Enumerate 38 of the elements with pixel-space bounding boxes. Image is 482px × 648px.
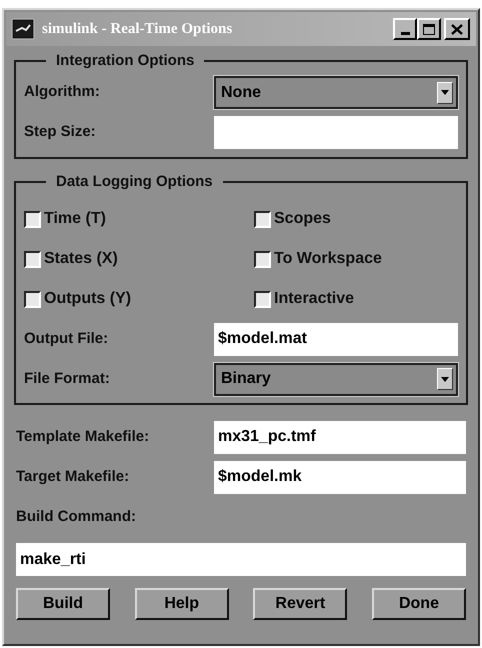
dropdown[interactable]: Binary: [214, 362, 458, 396]
field-label: Build Command:: [16, 506, 136, 527]
checkbox-label: States (X): [44, 249, 118, 269]
dialog-button[interactable]: Build: [16, 588, 110, 620]
window-title: simulink - Real-Time Options: [42, 20, 234, 39]
field-label: File Format:: [24, 368, 111, 389]
checkbox-label: Outputs (Y): [44, 289, 132, 309]
text-field[interactable]: mx31_pc.tmf: [214, 420, 466, 454]
text-field[interactable]: make_rti: [16, 543, 466, 576]
checkbox[interactable]: [254, 290, 271, 308]
field-label: Target Makefile:: [16, 466, 130, 487]
field-label: Step Size:: [24, 122, 97, 142]
minimize-button[interactable]: [393, 18, 417, 40]
dialog-button[interactable]: Help: [134, 588, 229, 620]
field-label: Algorithm:: [24, 82, 101, 102]
checkbox-label: To Workspace: [274, 249, 382, 269]
checkbox[interactable]: [24, 250, 41, 268]
text-field[interactable]: $model.mat: [214, 322, 458, 356]
field-label: Output File:: [24, 328, 110, 349]
checkbox[interactable]: [254, 250, 271, 268]
checkbox[interactable]: [254, 210, 271, 228]
close-icon[interactable]: [451, 24, 463, 34]
group-title: Data Logging Options: [55, 172, 214, 192]
maximize-button[interactable]: [417, 18, 441, 40]
checkbox-label: Interactive: [274, 289, 354, 309]
field-label: Template Makefile:: [16, 426, 150, 447]
close-button[interactable]: [444, 18, 470, 40]
group-title: Integration Options: [55, 51, 196, 71]
dropdown[interactable]: None: [214, 76, 458, 109]
checkbox-label: Time (T): [44, 209, 106, 229]
dialog-button[interactable]: Revert: [253, 588, 348, 620]
text-field[interactable]: $model.mk: [214, 460, 466, 494]
checkbox-label: Scopes: [274, 209, 331, 229]
checkbox[interactable]: [24, 210, 41, 228]
checkbox[interactable]: [24, 290, 41, 308]
app-icon: [12, 19, 34, 39]
dialog-button[interactable]: Done: [372, 588, 466, 620]
text-field[interactable]: [214, 116, 458, 149]
